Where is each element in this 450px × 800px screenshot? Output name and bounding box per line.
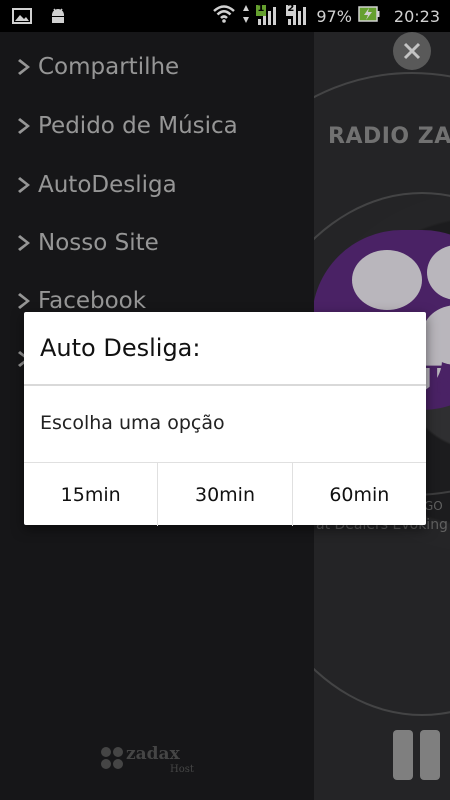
dialog-divider (24, 384, 426, 386)
dialog-title: Auto Desliga: (40, 334, 201, 362)
auto-desliga-dialog: Auto Desliga: Escolha uma opção 15min 30… (24, 312, 426, 526)
option-15min-button[interactable]: 15min (24, 463, 159, 526)
option-60min-button[interactable]: 60min (293, 463, 426, 526)
option-30min-button[interactable]: 30min (158, 463, 293, 526)
dialog-button-bar: 15min 30min 60min (24, 462, 426, 526)
dialog-message: Escolha uma opção (40, 412, 225, 434)
